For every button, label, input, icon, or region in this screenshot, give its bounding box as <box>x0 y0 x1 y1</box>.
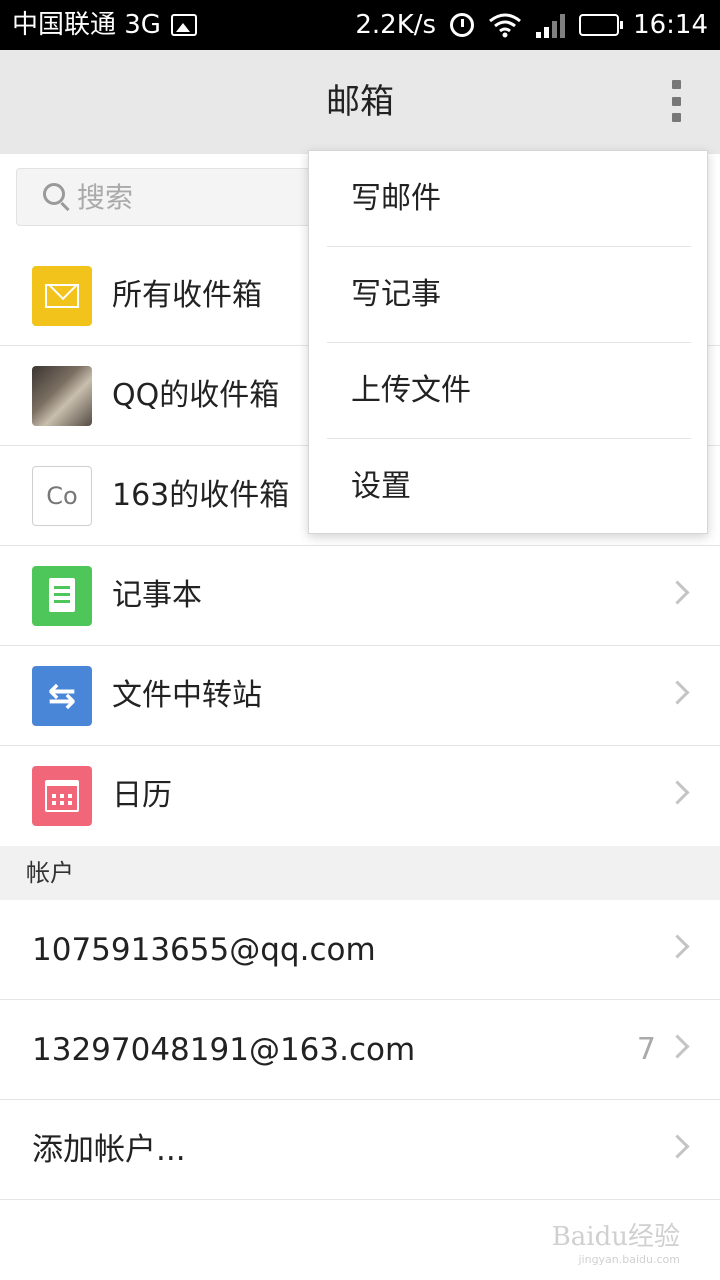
chevron-right-icon <box>665 1034 690 1059</box>
notepad-icon <box>32 566 92 626</box>
account-label: 添加帐户... <box>32 1132 186 1168</box>
status-bar: 中国联通 3G 2.2K/s 16:14 <box>0 0 720 50</box>
overflow-menu-button[interactable] <box>670 80 682 122</box>
watermark-text: Baidu经验 <box>551 1222 680 1252</box>
section-title: 帐户 <box>26 859 74 887</box>
carrier-text: 中国联通 3G <box>12 10 161 40</box>
menu-item-label: 上传文件 <box>351 373 471 408</box>
menu-item-compose-mail[interactable]: 写邮件 <box>309 151 709 247</box>
co-icon: Co <box>32 466 92 526</box>
folder-file-transfer[interactable]: ⇆ 文件中转站 <box>0 646 720 746</box>
chevron-right-icon <box>665 780 690 805</box>
calendar-icon <box>32 766 92 826</box>
alarm-icon <box>450 13 475 37</box>
network-speed: 2.2K/s <box>355 10 437 40</box>
transfer-icon: ⇆ <box>32 666 92 726</box>
unread-count: 7 <box>636 1032 656 1067</box>
dot-icon <box>671 113 681 122</box>
accounts-section-header: 帐户 <box>0 846 720 900</box>
menu-item-label: 写记事 <box>351 277 441 312</box>
folder-label: 所有收件箱 <box>112 278 262 313</box>
watermark-sub: jingyan.baidu.com <box>578 1253 680 1266</box>
folder-label: 163的收件箱 <box>112 478 290 513</box>
chevron-right-icon <box>665 934 690 959</box>
avatar-photo-icon <box>32 366 92 426</box>
app-bar: 邮箱 <box>0 50 720 154</box>
image-notification-icon <box>170 14 197 36</box>
menu-item-settings[interactable]: 设置 <box>309 439 709 535</box>
add-account-button[interactable]: 添加帐户... <box>0 1100 720 1200</box>
page-title: 邮箱 <box>326 82 394 122</box>
account-item-163[interactable]: 13297048191@163.com 7 <box>0 1000 720 1100</box>
search-placeholder: 搜索 <box>77 181 134 214</box>
menu-item-upload-file[interactable]: 上传文件 <box>309 343 709 439</box>
wifi-icon <box>489 13 521 38</box>
chevron-right-icon <box>665 1134 690 1159</box>
signal-icon <box>536 12 566 38</box>
chevron-right-icon <box>665 580 690 605</box>
baidu-watermark: Baidu经验 jingyan.baidu.com <box>552 1216 680 1266</box>
folder-notepad[interactable]: 记事本 <box>0 546 720 646</box>
dot-icon <box>671 96 681 106</box>
dot-icon <box>671 80 681 89</box>
account-label: 1075913655@qq.com <box>32 932 376 968</box>
folder-calendar[interactable]: 日历 <box>0 746 720 846</box>
battery-icon <box>579 14 624 36</box>
mail-icon <box>32 266 92 326</box>
search-icon <box>43 183 65 205</box>
folder-label: 文件中转站 <box>112 678 262 713</box>
folder-label: 日历 <box>112 778 172 813</box>
folder-label: QQ的收件箱 <box>112 378 280 413</box>
account-item-qq[interactable]: 1075913655@qq.com <box>0 900 720 1000</box>
folder-label: 记事本 <box>112 578 202 613</box>
account-label: 13297048191@163.com <box>32 1032 416 1068</box>
menu-item-label: 设置 <box>351 469 411 504</box>
menu-item-label: 写邮件 <box>351 181 441 216</box>
overflow-dropdown-menu: 写邮件 写记事 上传文件 设置 <box>308 150 708 534</box>
menu-item-compose-note[interactable]: 写记事 <box>309 247 709 343</box>
clock: 16:14 <box>633 10 708 40</box>
chevron-right-icon <box>665 680 690 705</box>
